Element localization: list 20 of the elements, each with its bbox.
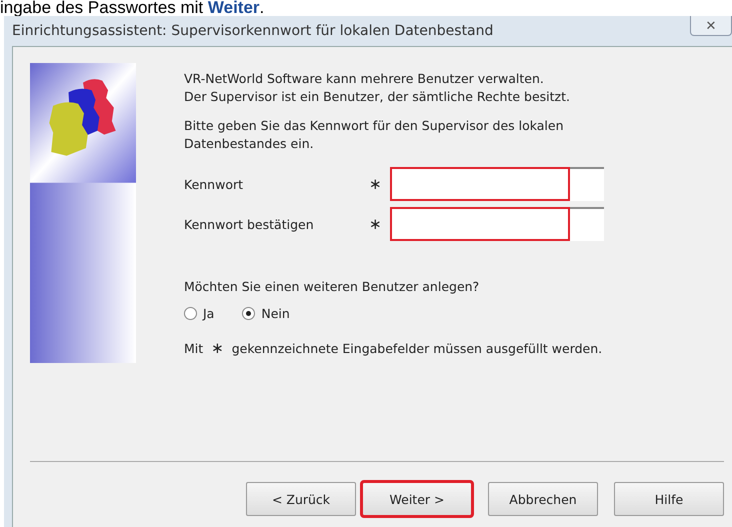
wizard-button[interactable]: < Zurück	[246, 482, 356, 516]
field-label: Kennwort	[184, 176, 244, 192]
note-text: Mit	[184, 341, 204, 356]
close-button[interactable]: ✕	[690, 16, 732, 36]
required-mark: ∗	[369, 215, 383, 233]
wizard-button[interactable]: Hilfe	[614, 482, 724, 516]
radio-option[interactable]: Nein	[242, 306, 290, 321]
wizard-button[interactable]: Weiter >	[362, 482, 472, 516]
required-mark: ∗	[211, 341, 224, 356]
password-field[interactable]	[390, 167, 604, 201]
question-text: Möchten Sie einen weiteren Benutzer anlegen?	[184, 279, 480, 294]
password-field[interactable]	[390, 207, 604, 241]
instruction-text: VR-NetWorld Software kann mehrere Benutzer verwalten. Der Supervisor ist ein Benutzer, der sämtliche Rechte besitzt.	[184, 70, 571, 106]
note-text: gekennzeichnete Eingabefelder müssen ausgefüllt werden.	[232, 341, 602, 356]
wizard-button[interactable]: Abbrechen	[488, 482, 598, 516]
window-title: Einrichtungsassistent: Supervisorkennwort für lokalen Datenbestand	[12, 23, 494, 39]
field-label: Kennwort bestätigen	[184, 216, 315, 232]
required-mark: ∗	[369, 175, 383, 193]
instruction-text: Bitte geben Sie das Kennwort für den Supervisor des lokalen Datenbestandes ein.	[184, 117, 565, 153]
radio-option[interactable]: Ja	[184, 306, 214, 321]
